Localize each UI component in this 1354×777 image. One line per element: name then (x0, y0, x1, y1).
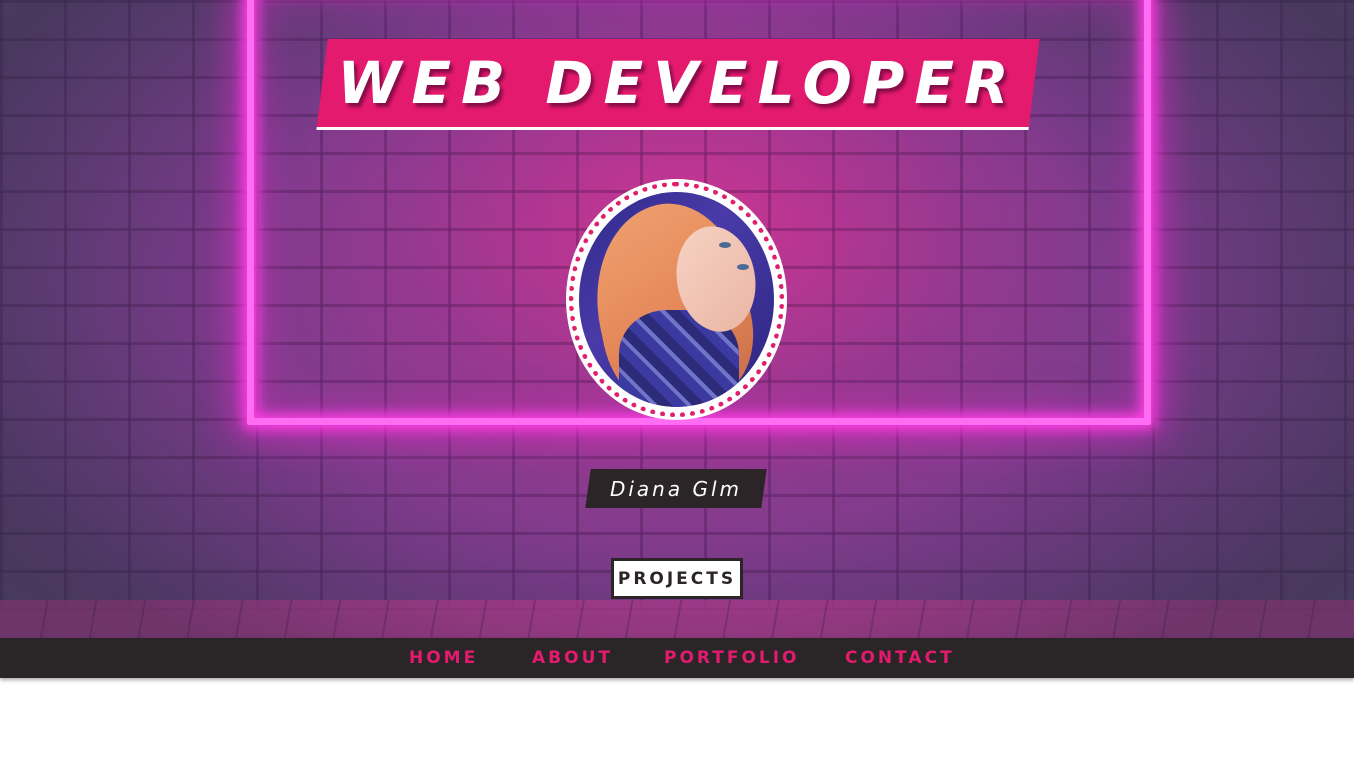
projects-button-label: PROJECTS (617, 568, 737, 589)
main-navbar: HOME ABOUT PORTFOLIO CONTACT (0, 638, 1354, 678)
nav-item-portfolio[interactable]: PORTFOLIO (664, 638, 800, 678)
nav-item-about[interactable]: ABOUT (532, 638, 613, 678)
person-name: Diana Glm (609, 477, 743, 501)
wood-floor (0, 600, 1354, 638)
avatar (579, 192, 774, 407)
avatar-eye (737, 264, 749, 270)
nav-item-contact[interactable]: CONTACT (845, 638, 955, 678)
avatar-eye (719, 242, 731, 248)
nav-item-home[interactable]: HOME (409, 638, 478, 678)
page-title: WEB DEVELOPER (337, 49, 1019, 117)
hero-section: WEB DEVELOPER Diana Glm PROJECTS (0, 0, 1354, 638)
projects-button[interactable]: PROJECTS (611, 558, 743, 599)
